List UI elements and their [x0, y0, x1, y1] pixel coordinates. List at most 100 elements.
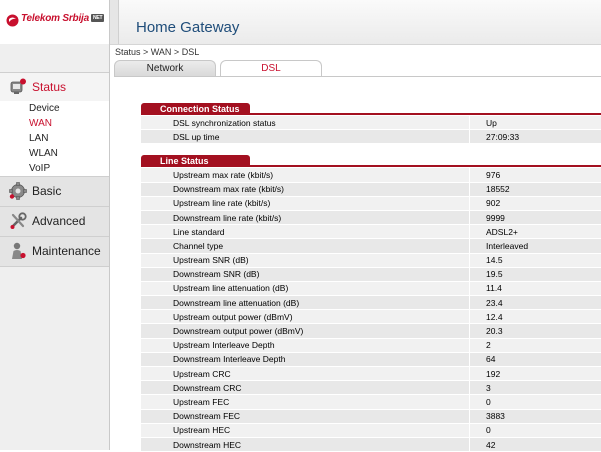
row-value: ADSL2+ — [470, 225, 601, 239]
row-value: 42 — [470, 437, 601, 451]
row-label: Upstream line rate (kbit/s) — [141, 196, 470, 210]
table-row: Downstream output power (dBmV)20.3 — [141, 324, 601, 338]
sidebar-section-status[interactable]: Status — [0, 72, 109, 103]
status-submenu: Device WAN LAN WLAN VoIP — [0, 101, 109, 176]
row-label: Downstream Interleave Depth — [141, 352, 470, 366]
table-row: Upstream max rate (kbit/s)976 — [141, 168, 601, 182]
table-row: Downstream SNR (dB)19.5 — [141, 267, 601, 281]
row-value: 0 — [470, 423, 601, 437]
sidebar-item-device[interactable]: Device — [0, 101, 109, 116]
table-row: Downstream max rate (kbit/s)18552 — [141, 182, 601, 196]
row-label: Upstream Interleave Depth — [141, 338, 470, 352]
table-row: Downstream Interleave Depth64 — [141, 352, 601, 366]
row-label: DSL synchronization status — [141, 116, 470, 130]
row-value: 3 — [470, 381, 601, 395]
sidebar-status-label: Status — [32, 80, 66, 94]
row-label: Upstream SNR (dB) — [141, 253, 470, 267]
row-label: Upstream CRC — [141, 367, 470, 381]
row-value: 19.5 — [470, 267, 601, 281]
table-row: Upstream HEC0 — [141, 423, 601, 437]
connection-status-table: DSL synchronization statusUpDSL up time2… — [141, 116, 601, 144]
row-value: 27:09:33 — [470, 130, 601, 144]
row-value: 14.5 — [470, 253, 601, 267]
row-value: 2 — [470, 338, 601, 352]
row-value: 902 — [470, 196, 601, 210]
line-status-table: Upstream max rate (kbit/s)976Downstream … — [141, 168, 601, 452]
row-label: Upstream HEC — [141, 423, 470, 437]
connection-status-title: Connection Status — [141, 103, 250, 115]
page-title: Home Gateway — [136, 19, 239, 36]
breadcrumb: Status > WAN > DSL — [115, 47, 199, 57]
brand-logo-text: Telekom SrbijaNET — [21, 13, 104, 24]
header-divider — [110, 0, 119, 44]
row-label: Downstream line attenuation (dB) — [141, 296, 470, 310]
row-label: Channel type — [141, 239, 470, 253]
table-row: Downstream CRC3 — [141, 381, 601, 395]
row-value: 3883 — [470, 409, 601, 423]
sidebar-item-lan[interactable]: LAN — [0, 131, 109, 146]
row-value: 11.4 — [470, 281, 601, 295]
row-label: Downstream FEC — [141, 409, 470, 423]
sidebar-item-wlan[interactable]: WLAN — [0, 146, 109, 161]
row-label: DSL up time — [141, 130, 470, 144]
table-row: DSL up time27:09:33 — [141, 130, 601, 144]
table-row: Downstream HEC42 — [141, 437, 601, 451]
row-label: Upstream FEC — [141, 395, 470, 409]
row-value: 192 — [470, 367, 601, 381]
table-row: Upstream line attenuation (dB)11.4 — [141, 281, 601, 295]
row-value: 18552 — [470, 182, 601, 196]
row-value: 64 — [470, 352, 601, 366]
row-label: Downstream SNR (dB) — [141, 267, 470, 281]
row-label: Downstream max rate (kbit/s) — [141, 182, 470, 196]
table-row: Upstream output power (dBmV)12.4 — [141, 310, 601, 324]
row-label: Downstream line rate (kbit/s) — [141, 210, 470, 224]
sidebar-section-advanced[interactable]: Advanced — [0, 206, 109, 237]
sidebar-item-voip[interactable]: VoIP — [0, 161, 109, 176]
logo-area: Telekom SrbijaNET — [0, 0, 109, 44]
connection-status-header: Connection Status — [141, 100, 601, 115]
row-label: Upstream line attenuation (dB) — [141, 281, 470, 295]
tab-network[interactable]: Network — [114, 60, 216, 76]
sidebar-item-wan[interactable]: WAN — [0, 116, 109, 131]
sidebar: Telekom SrbijaNET Status Device WAN LAN … — [0, 0, 110, 450]
telekom-logo-icon — [6, 14, 19, 27]
row-label: Line standard — [141, 225, 470, 239]
main-content: Connection Status DSL synchronization st… — [141, 100, 601, 452]
table-row: Upstream Interleave Depth2 — [141, 338, 601, 352]
gear-icon — [8, 181, 28, 201]
person-maintenance-icon — [8, 241, 28, 261]
row-label: Downstream HEC — [141, 437, 470, 451]
row-label: Upstream max rate (kbit/s) — [141, 168, 470, 182]
table-row: Downstream FEC3883 — [141, 409, 601, 423]
sidebar-section-maintenance[interactable]: Maintenance — [0, 236, 109, 267]
table-row: Upstream SNR (dB)14.5 — [141, 253, 601, 267]
sidebar-basic-label: Basic — [32, 184, 61, 198]
sidebar-advanced-label: Advanced — [32, 214, 85, 228]
row-value: 9999 — [470, 210, 601, 224]
row-label: Upstream output power (dBmV) — [141, 310, 470, 324]
table-row: Downstream line attenuation (dB)23.4 — [141, 296, 601, 310]
row-label: Downstream output power (dBmV) — [141, 324, 470, 338]
row-value: 23.4 — [470, 296, 601, 310]
table-row: Downstream line rate (kbit/s)9999 — [141, 210, 601, 224]
table-row: Channel typeInterleaved — [141, 239, 601, 253]
sidebar-section-basic[interactable]: Basic — [0, 176, 109, 207]
tab-dsl[interactable]: DSL — [220, 60, 322, 76]
row-value: 20.3 — [470, 324, 601, 338]
row-value: 12.4 — [470, 310, 601, 324]
tab-bar: Network DSL — [114, 60, 601, 77]
sidebar-maintenance-label: Maintenance — [32, 244, 101, 258]
line-status-title: Line Status — [141, 155, 250, 167]
tools-icon — [8, 211, 28, 231]
table-row: Line standardADSL2+ — [141, 225, 601, 239]
table-row: DSL synchronization statusUp — [141, 116, 601, 130]
row-label: Downstream CRC — [141, 381, 470, 395]
row-value: Up — [470, 116, 601, 130]
row-value: 0 — [470, 395, 601, 409]
table-row: Upstream line rate (kbit/s)902 — [141, 196, 601, 210]
table-row: Upstream FEC0 — [141, 395, 601, 409]
status-monitor-icon — [8, 77, 28, 97]
brand-badge: NET — [91, 14, 104, 22]
line-status-header: Line Status — [141, 152, 601, 167]
row-value: 976 — [470, 168, 601, 182]
